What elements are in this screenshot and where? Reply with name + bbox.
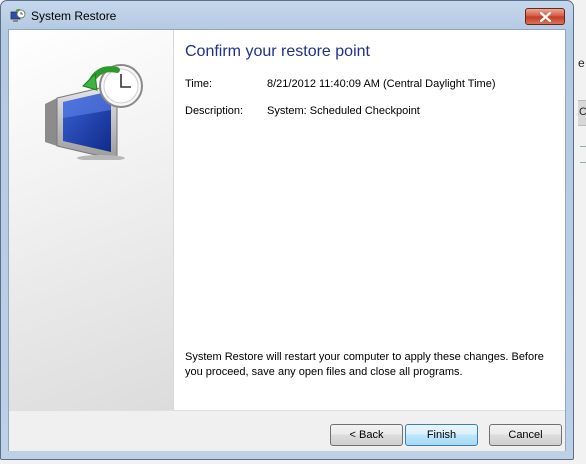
- system-restore-icon: [10, 8, 26, 23]
- restart-notice: System Restore will restart your compute…: [185, 351, 544, 378]
- background-window-text: e: [578, 56, 585, 70]
- background-window-text: C: [579, 106, 586, 118]
- system-restore-dialog: System Restore Confirm your restore poin…: [0, 0, 574, 460]
- page-title: Confirm your restore point: [185, 43, 370, 60]
- background-divider: [580, 162, 586, 163]
- background-window-strip: C: [578, 100, 586, 126]
- dialog-content: Confirm your restore point Time: 8/21/20…: [8, 29, 566, 451]
- restore-monitor-clock-icon: [39, 60, 149, 165]
- close-button[interactable]: [525, 8, 565, 25]
- window-title: System Restore: [31, 9, 117, 23]
- cancel-button[interactable]: Cancel: [489, 424, 562, 446]
- finish-button[interactable]: Finish: [405, 424, 478, 446]
- back-button[interactable]: < Back: [330, 424, 403, 446]
- time-label: Time:: [185, 78, 213, 90]
- title-bar[interactable]: System Restore: [1, 1, 573, 29]
- side-panel: [9, 30, 174, 410]
- description-label: Description:: [185, 105, 244, 117]
- description-value: System: Scheduled Checkpoint: [267, 105, 420, 117]
- button-bar: < Back Finish Cancel: [9, 410, 565, 451]
- background-divider: [580, 146, 586, 147]
- close-icon: [540, 12, 551, 22]
- time-value: 8/21/2012 11:40:09 AM (Central Daylight …: [267, 78, 496, 90]
